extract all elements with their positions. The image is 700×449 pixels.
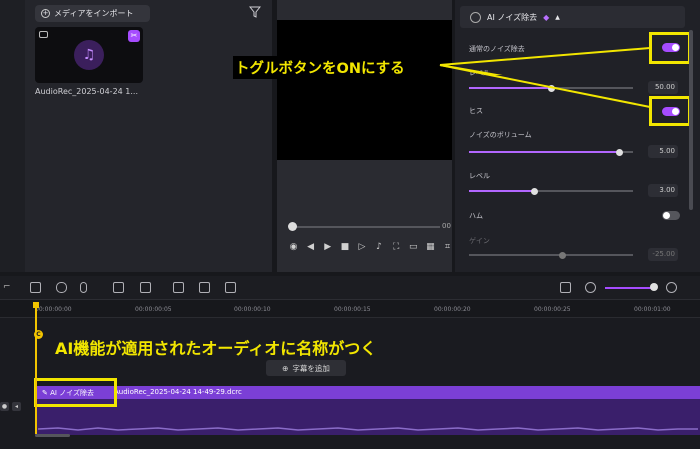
left-nav-strip bbox=[0, 0, 25, 272]
track-controls: ● ◂ bbox=[0, 402, 24, 416]
zoom-slider-knob[interactable] bbox=[650, 283, 658, 291]
clip-file-name: AudioRec_2025-04-24 14-49-29.dcrc bbox=[114, 388, 242, 396]
noise-volume-slider[interactable] bbox=[469, 148, 633, 156]
video-preview bbox=[277, 20, 452, 160]
play-icon[interactable]: ▶ bbox=[322, 242, 333, 252]
audio-waveform bbox=[38, 427, 698, 431]
track-volume-icon[interactable]: ◂ bbox=[12, 402, 21, 411]
toggle-hint-annotation: トグルボタンをONにする bbox=[233, 56, 407, 79]
ruler-tick: 00:00:00:10 bbox=[234, 306, 271, 313]
ai-denoise-title: AI ノイズ除去 bbox=[487, 12, 538, 22]
media-file-name: AudioRec_2025-04-24 1... bbox=[35, 87, 139, 96]
media-panel: + メディアをインポート ✂ ♫ AudioRec_2025-04-24 1..… bbox=[25, 0, 272, 272]
noise-volume-label: ノイズのボリューム bbox=[469, 131, 532, 139]
previous-frame-icon[interactable]: ◀ bbox=[305, 242, 316, 252]
premium-gem-icon: ◆ bbox=[543, 12, 550, 22]
add-subtitle-button[interactable]: ⊕ 字幕を追加 bbox=[266, 360, 346, 376]
noise-volume-value[interactable]: 5.00 bbox=[648, 145, 678, 158]
gain-value[interactable]: -25.00 bbox=[648, 248, 678, 261]
highlight-box-clip-label bbox=[34, 378, 117, 407]
ruler-tick: 00:00:00:05 bbox=[135, 306, 172, 313]
playback-progress-knob[interactable] bbox=[288, 222, 297, 231]
level-slider-2[interactable] bbox=[469, 187, 633, 195]
speed-icon[interactable] bbox=[173, 282, 184, 293]
crop-icon[interactable]: ⌗ bbox=[442, 242, 453, 252]
playhead[interactable] bbox=[35, 302, 37, 434]
ai-icon bbox=[470, 11, 481, 23]
playback-time-end: 00 bbox=[442, 222, 451, 230]
plus-circle-icon: ⊕ bbox=[282, 363, 289, 373]
add-subtitle-label: 字幕を追加 bbox=[292, 363, 330, 373]
media-thumbnail[interactable]: ✂ ♫ bbox=[35, 27, 143, 83]
crop-tool-icon[interactable]: ⌐ bbox=[3, 282, 14, 293]
ai-denoise-header[interactable]: AI ノイズ除去 ◆ ▲ bbox=[460, 6, 685, 28]
annotation-arrow-line-2 bbox=[439, 65, 651, 108]
level-label-2: レベル bbox=[469, 172, 490, 180]
zoom-in-icon[interactable] bbox=[666, 282, 677, 293]
volume-icon[interactable]: ♪ bbox=[374, 242, 385, 252]
gain-slider[interactable] bbox=[469, 251, 633, 259]
stop-icon[interactable]: ■ bbox=[339, 242, 350, 252]
music-note-icon: ♫ bbox=[74, 40, 104, 70]
ruler-tick: 00:00:00:00 bbox=[35, 306, 72, 313]
slider-knob[interactable] bbox=[616, 148, 624, 156]
filter-icon[interactable] bbox=[249, 6, 261, 18]
hum-label: ハム bbox=[469, 212, 483, 220]
text-icon[interactable] bbox=[140, 282, 151, 293]
import-media-label: メディアをインポート bbox=[54, 9, 134, 18]
timeline-h-scrollbar[interactable] bbox=[35, 434, 70, 437]
collapse-caret-icon: ▲ bbox=[555, 13, 560, 21]
ruler-tick: 00:00:00:25 bbox=[534, 306, 571, 313]
slider-knob[interactable] bbox=[531, 187, 539, 195]
ruler-tick: 00:00:00:20 bbox=[434, 306, 471, 313]
fit-timeline-icon[interactable] bbox=[560, 282, 571, 293]
microphone-icon[interactable] bbox=[80, 282, 87, 293]
aspect-ratio-icon[interactable]: ▭ bbox=[408, 242, 419, 252]
caption-icon bbox=[39, 31, 48, 38]
player-controls: ◉ ◀ ▶ ■ ▷ ♪ ⛶ ▭ ▦ ⌗ bbox=[288, 240, 453, 254]
grid-icon[interactable]: ▦ bbox=[425, 242, 436, 252]
replace-icon[interactable] bbox=[199, 282, 210, 293]
zoom-slider[interactable] bbox=[605, 287, 655, 289]
gain-label: ゲイン bbox=[469, 237, 490, 245]
zoom-out-icon[interactable] bbox=[585, 282, 596, 293]
mask-icon[interactable] bbox=[56, 282, 67, 293]
snapshot-icon[interactable]: ◉ bbox=[288, 242, 299, 252]
chat-icon[interactable] bbox=[113, 282, 124, 293]
plus-icon: + bbox=[41, 9, 50, 18]
hum-toggle[interactable] bbox=[662, 211, 680, 220]
level-value-2[interactable]: 3.00 bbox=[648, 184, 678, 197]
ai-effect-badge-icon: ✂ bbox=[128, 30, 140, 42]
import-media-button[interactable]: + メディアをインポート bbox=[35, 5, 150, 22]
playhead-marker-icon: C bbox=[34, 330, 43, 339]
split-icon[interactable] bbox=[30, 282, 41, 293]
playhead-handle[interactable] bbox=[33, 302, 39, 308]
ruler-tick: 00:00:00:15 bbox=[334, 306, 371, 313]
ruler-tick: 00:00:01:00 bbox=[634, 306, 671, 313]
track-record-icon[interactable]: ● bbox=[0, 402, 9, 411]
playback-progress-track[interactable] bbox=[290, 226, 440, 228]
clip-name-hint-annotation: AI機能が適用されたオーディオに名称がつく bbox=[55, 339, 377, 358]
person-icon[interactable] bbox=[225, 282, 236, 293]
slider-knob[interactable] bbox=[558, 251, 566, 259]
fullscreen-icon[interactable]: ⛶ bbox=[391, 242, 402, 252]
panel-scrollbar[interactable] bbox=[689, 30, 693, 210]
next-frame-icon[interactable]: ▷ bbox=[356, 242, 367, 252]
